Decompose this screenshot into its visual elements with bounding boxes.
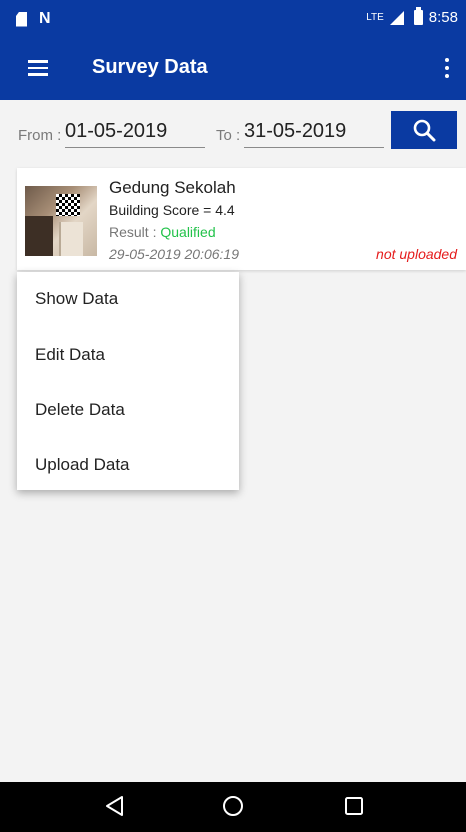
search-button[interactable]: [391, 111, 457, 149]
status-left-icons: N: [16, 10, 51, 28]
status-time: 8:58: [428, 9, 458, 26]
back-icon[interactable]: [105, 795, 125, 817]
building-photo-thumbnail: [25, 186, 97, 256]
more-vert-icon[interactable]: [444, 58, 450, 80]
result-label: Result :: [109, 224, 157, 240]
upload-status: not uploaded: [376, 246, 457, 262]
n-notification-icon: N: [39, 10, 51, 27]
hamburger-menu-icon[interactable]: [28, 60, 48, 76]
signal-icon: [389, 10, 404, 25]
survey-record-card[interactable]: Gedung Sekolah Building Score = 4.4 Resu…: [17, 168, 466, 270]
menu-item-show-data[interactable]: Show Data: [35, 289, 118, 309]
record-score: Building Score = 4.4: [109, 202, 235, 218]
record-result: Result : Qualified: [109, 224, 216, 240]
search-icon: [413, 119, 436, 142]
network-type: LTE: [366, 11, 384, 23]
home-icon[interactable]: [222, 795, 244, 817]
app-bar: Survey Data: [0, 38, 466, 100]
to-label: To :: [216, 127, 241, 144]
result-value: Qualified: [160, 224, 216, 240]
menu-item-upload-data[interactable]: Upload Data: [35, 455, 130, 475]
menu-item-edit-data[interactable]: Edit Data: [35, 345, 105, 365]
status-bar: N LTE 8:58: [0, 0, 466, 38]
record-name: Gedung Sekolah: [109, 178, 236, 197]
status-right-icons: LTE 8:58: [366, 7, 458, 26]
to-date-field[interactable]: 31-05-2019: [244, 120, 384, 148]
menu-item-delete-data[interactable]: Delete Data: [35, 400, 125, 420]
sd-card-icon: [16, 11, 27, 27]
from-label: From :: [18, 127, 62, 144]
record-datetime: 29-05-2019 20:06:19: [109, 246, 239, 262]
from-date-field[interactable]: 01-05-2019: [65, 120, 205, 148]
navigation-bar: [0, 782, 466, 832]
battery-icon: [413, 7, 423, 25]
context-menu: Show Data Edit Data Delete Data Upload D…: [17, 272, 239, 490]
recents-icon[interactable]: [344, 795, 364, 817]
page-title: Survey Data: [92, 56, 208, 78]
date-filter: From : 01-05-2019 To : 31-05-2019: [0, 100, 466, 160]
